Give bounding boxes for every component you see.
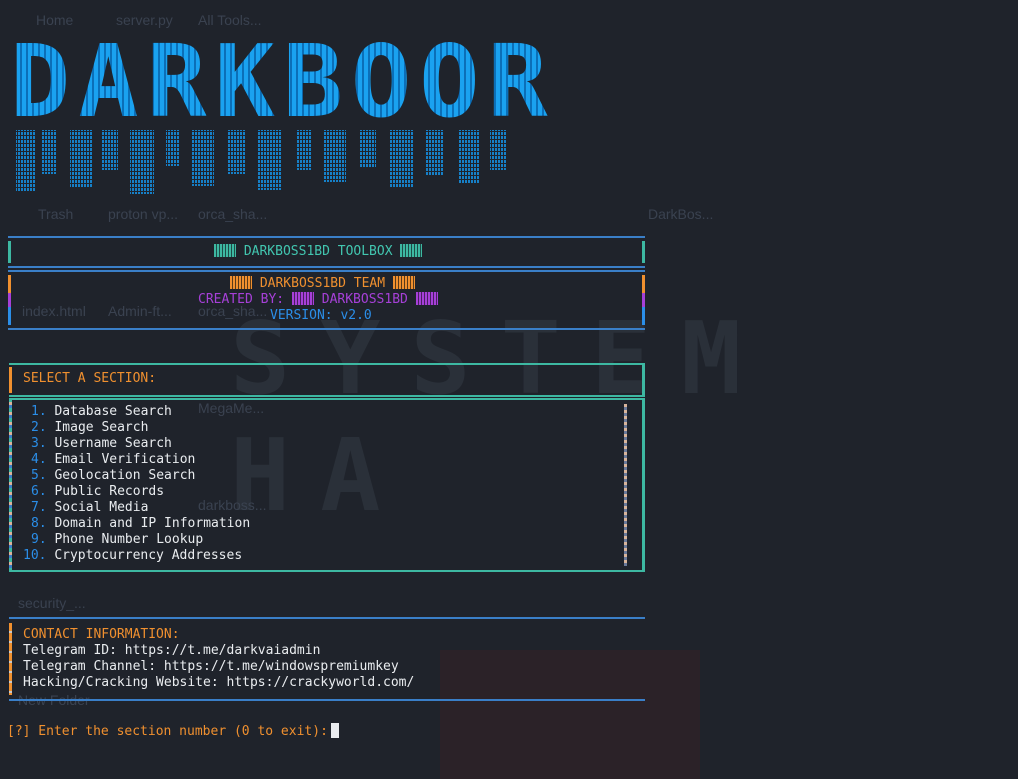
toolbox-title-box: DARKBOSS1BD TOOLBOX (8, 236, 645, 268)
section-heading: SELECT A SECTION: (23, 371, 157, 386)
prompt-text: [?] Enter the section number (0 to exit)… (7, 724, 328, 739)
contact-website[interactable]: Hacking/Cracking Website: https://cracky… (23, 675, 414, 691)
menu-item-number: 2. (31, 420, 47, 435)
menu-item[interactable]: 7. Social Media (31, 500, 148, 516)
menu-item-label: Public Records (54, 484, 165, 499)
toolbox-title: DARKBOSS1BD TOOLBOX (214, 244, 423, 260)
team-name: DARKBOSS1BD TEAM (230, 276, 415, 292)
section-heading-box: SELECT A SECTION: (9, 363, 645, 397)
menu-item-number: 8. (31, 516, 47, 531)
ascii-banner: DARKBOOR (6, 32, 548, 202)
created-by-value: DARKBOSS1BD (321, 292, 408, 307)
menu-item-number: 9. (31, 532, 47, 547)
menu-item-number: 5. (31, 468, 47, 483)
menu-item-number: 7. (31, 500, 47, 515)
deco-block-icon (392, 276, 415, 289)
menu-item-label: Phone Number Lookup (54, 532, 204, 547)
version-text: VERSION: v2.0 (270, 308, 372, 323)
created-by: CREATED BY: DARKBOSS1BD (198, 292, 438, 308)
toolbox-title-text: DARKBOSS1BD TOOLBOX (243, 244, 393, 259)
menu-item-label: Username Search (54, 436, 172, 451)
menu-item-number: 6. (31, 484, 47, 499)
menu-item-label: Geolocation Search (54, 468, 196, 483)
contact-box: CONTACT INFORMATION: Telegram ID: https:… (9, 617, 645, 703)
created-by-label: CREATED BY: (198, 292, 285, 307)
desktop-icon-trash[interactable]: Trash (38, 206, 73, 222)
menu-box: 1. Database Search 2. Image Search 3. User… (9, 398, 645, 574)
banner-drips (16, 130, 506, 194)
menu-item-label: Cryptocurrency Addresses (54, 548, 243, 563)
menu-item-number: 4. (31, 452, 47, 467)
menu-item[interactable]: 8. Domain and IP Information (31, 516, 250, 532)
menu-item[interactable]: 4. Email Verification (31, 452, 195, 468)
menu-item-number: 3. (31, 436, 47, 451)
menu-item[interactable]: 6. Public Records (31, 484, 164, 500)
menu-item[interactable]: 3. Username Search (31, 436, 172, 452)
desktop-icon-orca-share[interactable]: orca_sha... (198, 206, 267, 222)
menu-item[interactable]: 5. Geolocation Search (31, 468, 195, 484)
team-name-text: DARKBOSS1BD TEAM (259, 276, 386, 291)
menu-item-label: Database Search (54, 404, 172, 419)
deco-block-icon (214, 244, 236, 257)
menu-item[interactable]: 2. Image Search (31, 420, 148, 436)
contact-telegram-channel[interactable]: Telegram Channel: https://t.me/windowspr… (23, 659, 399, 675)
input-prompt[interactable]: [?] Enter the section number (0 to exit)… (7, 723, 339, 740)
menu-item-number: 1. (31, 404, 47, 419)
desktop-icon-darkboss[interactable]: DarkBos... (648, 206, 713, 222)
team-info-box: DARKBOSS1BD TEAM CREATED BY: DARKBOSS1BD… (8, 270, 645, 332)
deco-block-icon (415, 292, 438, 305)
menu-item-label: Image Search (54, 420, 149, 435)
menu-item[interactable]: 10. Cryptocurrency Addresses (23, 548, 242, 564)
text-cursor[interactable] (330, 723, 339, 738)
menu-item[interactable]: 9. Phone Number Lookup (31, 532, 203, 548)
menu-item-number: 10. (23, 548, 47, 563)
menu-item-label: Social Media (54, 500, 149, 515)
desktop-icon-proton-vpn[interactable]: proton vp... (108, 206, 178, 222)
contact-telegram-id[interactable]: Telegram ID: https://t.me/darkvaiadmin (23, 643, 320, 659)
contact-heading: CONTACT INFORMATION: (23, 627, 180, 642)
menu-item-label: Domain and IP Information (54, 516, 251, 531)
desktop-icon-security[interactable]: security_... (18, 595, 86, 611)
deco-block-icon (400, 244, 423, 257)
menu-item-label: Email Verification (54, 452, 196, 467)
deco-block-icon (230, 276, 252, 289)
menu-item[interactable]: 1. Database Search (31, 404, 172, 420)
deco-block-icon (291, 292, 314, 305)
